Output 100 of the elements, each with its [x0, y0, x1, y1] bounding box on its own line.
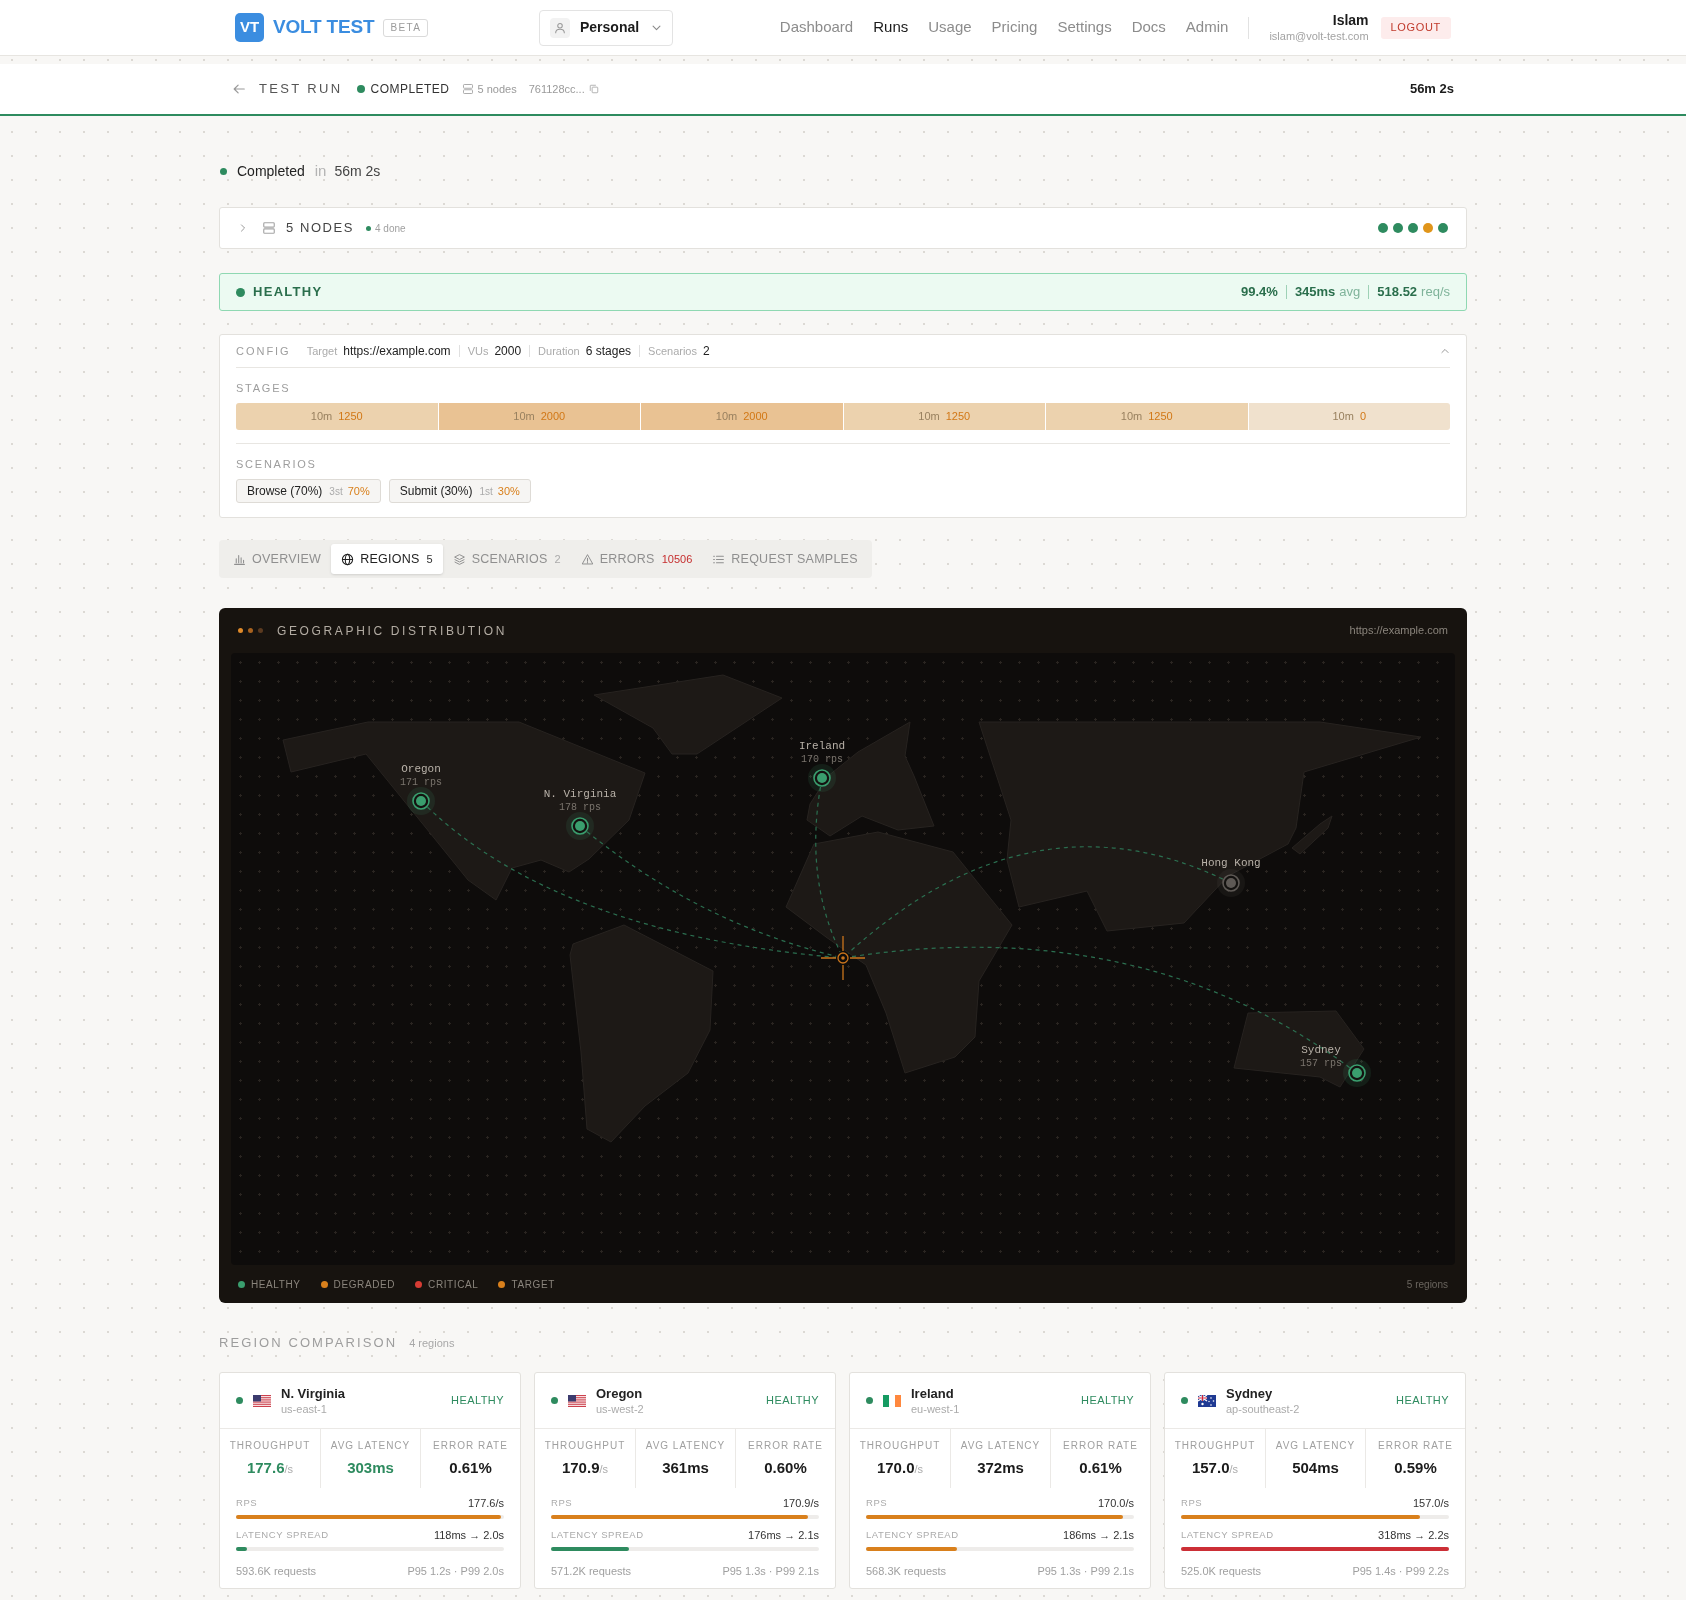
- config-label: Duration: [538, 343, 580, 359]
- region-name: Sydney: [1226, 1385, 1274, 1402]
- legend-label: HEALTHY: [251, 1277, 301, 1292]
- config-value: 2000: [494, 343, 522, 360]
- summary-duration: 56m 2s: [334, 161, 381, 181]
- run-id: 761128cc...: [528, 81, 585, 97]
- tab[interactable]: SCENARIOS 2: [442, 544, 571, 574]
- latency-unit: avg: [1339, 283, 1361, 302]
- region-marker[interactable]: [566, 812, 594, 840]
- region-rps: 170 rps: [801, 754, 843, 765]
- scenarios-heading: SCENARIOS: [236, 458, 318, 471]
- region-code: eu-west-1: [911, 1401, 960, 1416]
- percentiles: P95 1.2s · P99 2.0s: [407, 1565, 504, 1578]
- target-crosshair-icon: [820, 935, 866, 981]
- legend-label: CRITICAL: [428, 1277, 479, 1292]
- region-count: 4 regions: [409, 1336, 455, 1351]
- beta-badge: BETA: [383, 18, 429, 37]
- tab[interactable]: OVERVIEW: [223, 544, 332, 574]
- scenario-name: Browse (70%): [247, 483, 323, 500]
- metric-value: 303ms: [347, 1459, 394, 1477]
- legend-label: TARGET: [511, 1277, 555, 1292]
- metric-label: AVG LATENCY: [330, 1440, 411, 1452]
- config-value: https://example.com: [343, 343, 451, 360]
- config-label: VUs: [467, 343, 489, 359]
- metric-value: 504ms: [1292, 1459, 1339, 1477]
- percentiles: P95 1.4s · P99 2.2s: [1352, 1565, 1449, 1578]
- stage-target: 2000: [540, 409, 566, 425]
- region-marker[interactable]: [808, 764, 836, 792]
- region-marker[interactable]: [1217, 869, 1245, 897]
- tab[interactable]: REGIONS 5: [331, 544, 443, 574]
- scenario-weight: 70%: [347, 483, 370, 499]
- user-email: islam@volt-test.com: [1269, 29, 1369, 43]
- region-name: Oregon: [596, 1385, 644, 1402]
- stage-target: 1250: [1148, 409, 1173, 425]
- chevron-up-icon[interactable]: [1440, 346, 1450, 356]
- metric-label: ERROR RATE: [748, 1440, 823, 1452]
- arrow-left-icon[interactable]: [232, 82, 246, 96]
- request-count: 525.0K requests: [1181, 1565, 1262, 1578]
- nav-link[interactable]: Docs: [1131, 16, 1166, 39]
- logo-mark[interactable]: VT: [235, 13, 264, 42]
- scenario-order: 1st: [479, 484, 493, 499]
- stage-target: 2000: [743, 409, 768, 425]
- bar-value: 170.0/s: [1097, 1497, 1134, 1509]
- bar-value: 177.6/s: [467, 1497, 504, 1509]
- tab[interactable]: REQUEST SAMPLES: [702, 544, 868, 574]
- request-count: 571.2K requests: [551, 1565, 632, 1578]
- stage-target: 0: [1359, 409, 1366, 425]
- metric-label: THROUGHPUT: [229, 1439, 311, 1452]
- flag-icon: [253, 1394, 271, 1407]
- region-marker[interactable]: [407, 787, 435, 815]
- region-total: 5 regions: [1406, 1277, 1448, 1292]
- config-label: Scenarios: [648, 343, 697, 359]
- warning-icon: [580, 552, 594, 566]
- bar-label: RPS: [236, 1497, 258, 1509]
- nodes-done: 4 done: [375, 221, 406, 236]
- nav-link[interactable]: Runs: [873, 16, 909, 39]
- brand-name[interactable]: VOLT TEST: [273, 13, 375, 42]
- health-status: HEALTHY: [253, 283, 323, 302]
- bar-value: 176ms → 2.1s: [748, 1529, 819, 1541]
- region-marker[interactable]: [1343, 1059, 1371, 1087]
- metric-value: 170.9: [561, 1458, 600, 1477]
- stage-duration: 10m: [310, 409, 333, 425]
- region-name: Hong Kong: [1201, 857, 1261, 869]
- chevron-right-icon[interactable]: [238, 223, 248, 233]
- metric-label: ERROR RATE: [1378, 1440, 1453, 1452]
- stages-heading: STAGES: [236, 382, 292, 395]
- metric-value: 361ms: [662, 1459, 709, 1477]
- bar-label: LATENCY SPREAD: [551, 1529, 644, 1541]
- user-icon: [550, 17, 570, 38]
- nav-link[interactable]: Pricing: [991, 16, 1038, 39]
- scenario-weight: 30%: [497, 483, 520, 499]
- region-name: Sydney: [1301, 1044, 1341, 1056]
- workspace-selector[interactable]: Personal: [539, 9, 673, 46]
- metric-label: THROUGHPUT: [1174, 1439, 1256, 1452]
- bar-label: LATENCY SPREAD: [1181, 1529, 1274, 1541]
- run-status: COMPLETED: [370, 81, 450, 98]
- nav-link[interactable]: Settings: [1057, 16, 1112, 39]
- throughput-unit: req/s: [1421, 283, 1450, 302]
- summary-status: Completed: [237, 161, 305, 181]
- copy-icon[interactable]: [588, 84, 599, 94]
- metric-value: 0.61%: [449, 1459, 492, 1477]
- region-code: us-west-2: [596, 1401, 644, 1416]
- metric-label: ERROR RATE: [1063, 1440, 1138, 1452]
- region-code: ap-southeast-2: [1226, 1401, 1300, 1416]
- flag-icon: [568, 1394, 586, 1407]
- metric-label: THROUGHPUT: [544, 1439, 626, 1452]
- metric-label: ERROR RATE: [433, 1440, 508, 1452]
- server-icon: [461, 83, 474, 95]
- bar-value: 157.0/s: [1412, 1497, 1449, 1509]
- bar-value: 318ms → 2.2s: [1378, 1529, 1449, 1541]
- nav-link[interactable]: Admin: [1185, 16, 1229, 39]
- logout-button[interactable]: LOGOUT: [1380, 16, 1451, 39]
- tab[interactable]: ERRORS 10506: [570, 544, 703, 574]
- nav-link[interactable]: Usage: [928, 16, 972, 39]
- section-title: REGION COMPARISON: [219, 1335, 398, 1351]
- globe-icon: [341, 552, 355, 566]
- bar-value: 118ms → 2.0s: [433, 1529, 504, 1541]
- nav-link[interactable]: Dashboard: [779, 16, 854, 39]
- region-name: N. Virginia: [543, 788, 617, 800]
- metric-label: AVG LATENCY: [960, 1440, 1041, 1452]
